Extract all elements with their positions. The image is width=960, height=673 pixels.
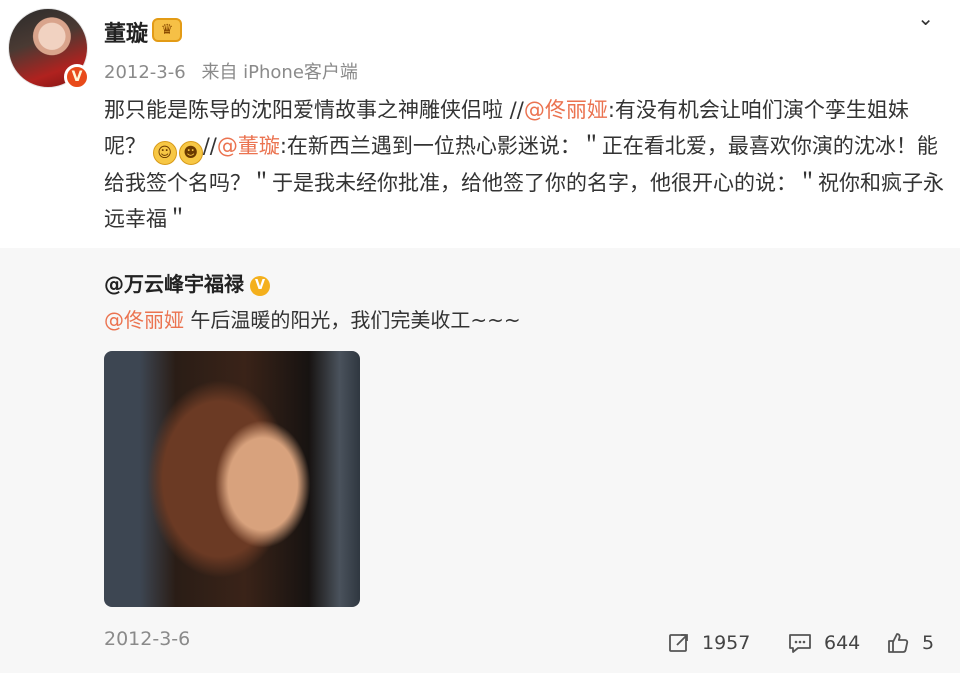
like-count: 5 [922, 632, 935, 654]
comment-count: 644 [824, 632, 861, 654]
comment-button[interactable]: 644 [788, 628, 860, 658]
member-badge-icon: ♛ [152, 18, 182, 42]
post-date[interactable]: 2012-3-6 [104, 62, 186, 83]
content-text: // [202, 134, 217, 158]
thumbs-up-icon [888, 633, 909, 653]
footer-date: 2012-3-6 [104, 628, 191, 650]
post-footer: 2012-3-6 1957 644 5 [104, 628, 944, 658]
mention-link[interactable]: @董璇 [217, 134, 280, 158]
repost-count: 1957 [702, 632, 751, 654]
repost-body: 午后温暖的阳光，我们完美收工~~~ [184, 308, 521, 332]
like-button[interactable]: 5 [886, 628, 934, 658]
repost-photo[interactable] [104, 351, 360, 607]
repost-text: @佟丽娅 午后温暖的阳光，我们完美收工~~~ [104, 304, 521, 333]
post-content: 那只能是陈导的沈阳爱情故事之神雕侠侣啦 //@佟丽娅:有没有机会让咱们演个孪生姐… [104, 92, 944, 237]
share-icon [669, 634, 688, 652]
repost-username-text[interactable]: @万云峰宇福禄 [104, 272, 244, 296]
gold-verified-icon: V [250, 276, 270, 296]
smile-emoji-icon: ☺ [152, 141, 177, 165]
comment-icon [789, 634, 811, 653]
post-username[interactable]: 董璇 [104, 16, 148, 48]
mention-link[interactable]: @佟丽娅 [524, 98, 608, 122]
blush-emoji-icon: ☻ [178, 141, 203, 165]
avatar[interactable]: V [8, 8, 90, 90]
content-text: 那只能是陈导的沈阳爱情故事之神雕侠侣啦 // [104, 98, 524, 122]
reposted-card[interactable]: @万云峰宇福禄 V @佟丽娅 午后温暖的阳光，我们完美收工~~~ 2012-3-6… [0, 248, 960, 673]
weibo-post: V 董璇 ♛ ⌄ 2012-3-6 来自 iPhone客户端 那只能是陈导的沈阳… [0, 0, 960, 673]
verified-badge-icon: V [64, 64, 90, 90]
post-meta: 2012-3-6 来自 iPhone客户端 [104, 58, 358, 84]
chevron-down-icon[interactable]: ⌄ [917, 6, 934, 30]
post-source: 来自 iPhone客户端 [201, 62, 358, 83]
repost-username[interactable]: @万云峰宇福禄 V [104, 268, 270, 297]
repost-button[interactable]: 1957 [668, 628, 750, 658]
mention-link[interactable]: @佟丽娅 [104, 308, 184, 332]
